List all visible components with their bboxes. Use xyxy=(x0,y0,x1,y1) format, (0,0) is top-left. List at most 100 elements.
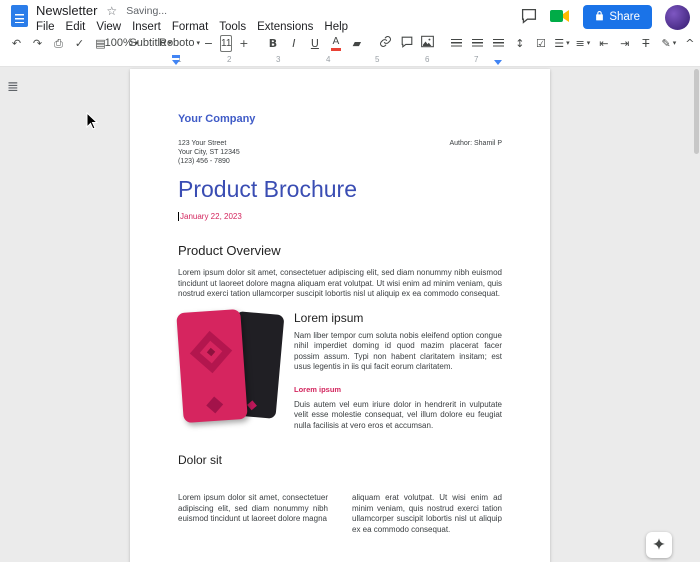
paragraph-style-select[interactable]: Subtitle ▾ xyxy=(141,33,160,53)
author-line[interactable]: Author: Shamil P xyxy=(449,139,502,148)
left-indent-marker[interactable] xyxy=(172,60,180,65)
address-line[interactable]: 123 Your Street xyxy=(178,139,240,148)
print-icon: ⎙ xyxy=(54,38,63,49)
text-color-button[interactable]: A xyxy=(326,33,345,53)
brochure-title[interactable]: Product Brochure xyxy=(178,176,502,203)
bold-button[interactable]: B xyxy=(263,33,282,53)
right-indent-marker[interactable] xyxy=(494,60,502,65)
spellcheck-button[interactable]: ✓ xyxy=(70,33,89,53)
text-color-icon: A xyxy=(332,37,339,47)
font-value: Roboto xyxy=(159,37,194,49)
menu-edit[interactable]: Edit xyxy=(66,21,86,33)
plus-icon: + xyxy=(239,38,248,49)
vertical-scrollbar[interactable] xyxy=(694,69,699,154)
menu-extensions[interactable]: Extensions xyxy=(257,21,313,33)
checklist-button[interactable]: ☑ xyxy=(531,33,550,53)
date-line[interactable]: January 22, 2023 xyxy=(178,212,502,221)
google-docs-logo-icon[interactable] xyxy=(11,5,28,27)
italic-icon: I xyxy=(292,38,295,49)
document-title[interactable]: Newsletter xyxy=(36,3,97,18)
phone-product-image[interactable] xyxy=(178,309,282,427)
increase-font-size-button[interactable]: + xyxy=(234,33,253,53)
overview-paragraph[interactable]: Lorem ipsum dolor sit amet, consectetuer… xyxy=(178,268,502,300)
mouse-pointer xyxy=(86,112,98,135)
insert-comment-button[interactable] xyxy=(397,33,416,53)
minus-icon: − xyxy=(204,38,213,49)
outline-icon: ≣ xyxy=(7,79,19,95)
column-left[interactable]: Lorem ipsum dolor sit amet, consectetuer… xyxy=(178,493,328,535)
join-meet-button[interactable] xyxy=(550,8,570,27)
editing-mode-select[interactable]: ✎ ▾ xyxy=(659,33,678,53)
menu-view[interactable]: View xyxy=(96,21,121,33)
add-comment-icon xyxy=(401,36,413,51)
lock-icon xyxy=(595,10,604,24)
address-line[interactable]: (123) 456 - 7890 xyxy=(178,157,240,166)
underline-button[interactable]: U xyxy=(305,33,324,53)
decrease-font-size-button[interactable]: − xyxy=(199,33,218,53)
comment-icon xyxy=(521,8,537,27)
chevron-up-icon: ^ xyxy=(685,38,694,49)
bulleted-list-button[interactable]: ☰ ▾ xyxy=(552,33,571,53)
feature-heading[interactable]: Lorem ipsum xyxy=(294,311,502,325)
explore-button[interactable] xyxy=(646,532,672,558)
align-center-button[interactable] xyxy=(468,33,487,53)
document-canvas[interactable]: ≣ Your Company 123 Your Street Your City… xyxy=(0,67,700,562)
menu-format[interactable]: Format xyxy=(172,21,208,33)
first-line-indent-marker[interactable] xyxy=(172,55,180,58)
company-name[interactable]: Your Company xyxy=(178,113,502,125)
open-comments-button[interactable] xyxy=(521,8,537,27)
phone-front-graphic xyxy=(176,308,248,422)
outdent-icon: ⇤ xyxy=(599,38,608,49)
align-left-icon xyxy=(451,39,462,47)
align-right-button[interactable] xyxy=(489,33,508,53)
star-icon[interactable]: ☆ xyxy=(106,5,117,17)
share-button[interactable]: Share xyxy=(583,5,652,29)
checklist-icon: ☑ xyxy=(536,38,546,49)
show-outline-button[interactable]: ≣ xyxy=(7,79,19,95)
titlebar: Newsletter ☆ Saving... File Edit View In… xyxy=(0,0,700,32)
saving-status: Saving... xyxy=(126,5,167,17)
menu-help[interactable]: Help xyxy=(324,21,348,33)
feature-paragraph[interactable]: Nam liber tempor cum soluta nobis eleife… xyxy=(294,331,502,373)
underline-icon: U xyxy=(311,38,319,49)
clear-formatting-button[interactable]: T xyxy=(636,33,655,53)
zoom-select[interactable]: 100% ▾ xyxy=(112,33,131,53)
feature-paragraph-2[interactable]: Duis autem vel eum iriure dolor in hendr… xyxy=(294,400,502,432)
date-text[interactable]: January 22, 2023 xyxy=(180,212,242,221)
italic-button[interactable]: I xyxy=(284,33,303,53)
align-left-button[interactable] xyxy=(447,33,466,53)
menu-tools[interactable]: Tools xyxy=(219,21,246,33)
account-avatar[interactable] xyxy=(665,5,690,30)
company-address[interactable]: 123 Your Street Your City, ST 12345 (123… xyxy=(178,139,240,166)
menu-file[interactable]: File xyxy=(36,21,55,33)
decrease-indent-button[interactable]: ⇤ xyxy=(594,33,613,53)
line-spacing-button[interactable]: ↕ xyxy=(510,33,529,53)
indent-icon: ⇥ xyxy=(620,38,629,49)
redo-button[interactable]: ↷ xyxy=(28,33,47,53)
numbered-list-button[interactable]: ≡ ▾ xyxy=(573,33,592,53)
increase-indent-button[interactable]: ⇥ xyxy=(615,33,634,53)
column-right[interactable]: aliquam erat volutpat. Ut wisi enim ad m… xyxy=(352,493,502,535)
line-spacing-icon: ↕ xyxy=(515,38,524,49)
text-color-swatch xyxy=(331,48,341,51)
font-select[interactable]: Roboto ▾ xyxy=(170,33,189,53)
feature-subheading[interactable]: Lorem ipsum xyxy=(294,385,502,394)
chevron-down-icon: ▾ xyxy=(673,39,677,47)
horizontal-ruler[interactable]: 1 2 3 4 5 6 7 xyxy=(0,54,700,67)
undo-button[interactable]: ↶ xyxy=(7,33,26,53)
highlight-color-button[interactable]: ▰ xyxy=(347,33,366,53)
font-size-field[interactable]: 11 xyxy=(220,35,232,52)
menu-insert[interactable]: Insert xyxy=(132,21,161,33)
print-button[interactable]: ⎙ xyxy=(49,33,68,53)
section-heading-dolor-sit[interactable]: Dolor sit xyxy=(178,453,502,467)
address-line[interactable]: Your City, ST 12345 xyxy=(178,148,240,157)
insert-link-button[interactable] xyxy=(376,33,395,53)
two-column-section: Lorem ipsum dolor sit amet, consectetuer… xyxy=(178,493,502,535)
collapse-toolbar-button[interactable]: ^ xyxy=(680,33,699,53)
pencil-icon: ✎ xyxy=(662,38,671,49)
section-heading-overview[interactable]: Product Overview xyxy=(178,243,502,258)
ruler-mark: 4 xyxy=(326,55,330,64)
ruler-mark: 6 xyxy=(425,55,429,64)
insert-image-button[interactable] xyxy=(418,33,437,53)
document-page[interactable]: Your Company 123 Your Street Your City, … xyxy=(130,69,550,562)
